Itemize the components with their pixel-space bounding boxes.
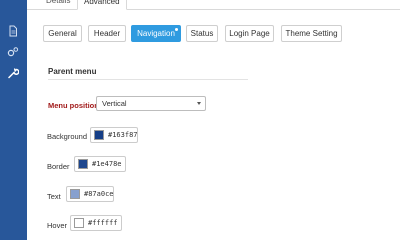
text-swatch <box>70 189 80 199</box>
background-label: Background <box>47 132 88 141</box>
background-swatch <box>94 130 104 140</box>
document-icon[interactable] <box>6 24 20 38</box>
menu-position-label: Menu position <box>48 101 99 110</box>
text-hex: #87a0ce <box>84 190 114 198</box>
tab-details[interactable]: Details <box>40 0 76 10</box>
subtab-login-page[interactable]: Login Page <box>225 25 274 42</box>
hover-swatch <box>74 218 84 228</box>
sidebar <box>0 0 27 240</box>
subtab-navigation[interactable]: Navigation <box>131 25 181 42</box>
text-label: Text <box>47 192 61 201</box>
menu-position-value: Vertical <box>102 99 127 108</box>
hover-label: Hover <box>47 221 68 230</box>
background-color-picker[interactable]: #163f87 <box>90 127 138 143</box>
section-title: Parent menu <box>48 67 97 76</box>
section-divider <box>48 79 248 80</box>
chevron-down-icon <box>197 102 201 105</box>
background-hex: #163f87 <box>108 131 138 139</box>
cogs-icon[interactable] <box>6 45 20 59</box>
border-color-picker[interactable]: #1e478e <box>74 156 126 172</box>
hover-color-picker[interactable]: #ffffff <box>70 215 122 231</box>
subtab-general[interactable]: General <box>43 25 82 42</box>
text-color-picker[interactable]: #87a0ce <box>66 186 114 202</box>
border-hex: #1e478e <box>92 160 122 168</box>
top-tab-bar: Details Advanced <box>27 0 400 10</box>
hover-hex: #ffffff <box>88 219 118 227</box>
active-indicator-icon <box>174 27 179 32</box>
border-label: Border <box>47 162 70 171</box>
subtab-header[interactable]: Header <box>88 25 126 42</box>
wrench-icon[interactable] <box>6 66 20 80</box>
subtab-theme-setting[interactable]: Theme Setting <box>281 25 342 42</box>
menu-position-select[interactable]: Vertical <box>96 96 206 111</box>
border-swatch <box>78 159 88 169</box>
subtab-navigation-label: Navigation <box>137 29 175 38</box>
subtab-status[interactable]: Status <box>186 25 218 42</box>
tab-advanced[interactable]: Advanced <box>77 0 127 10</box>
